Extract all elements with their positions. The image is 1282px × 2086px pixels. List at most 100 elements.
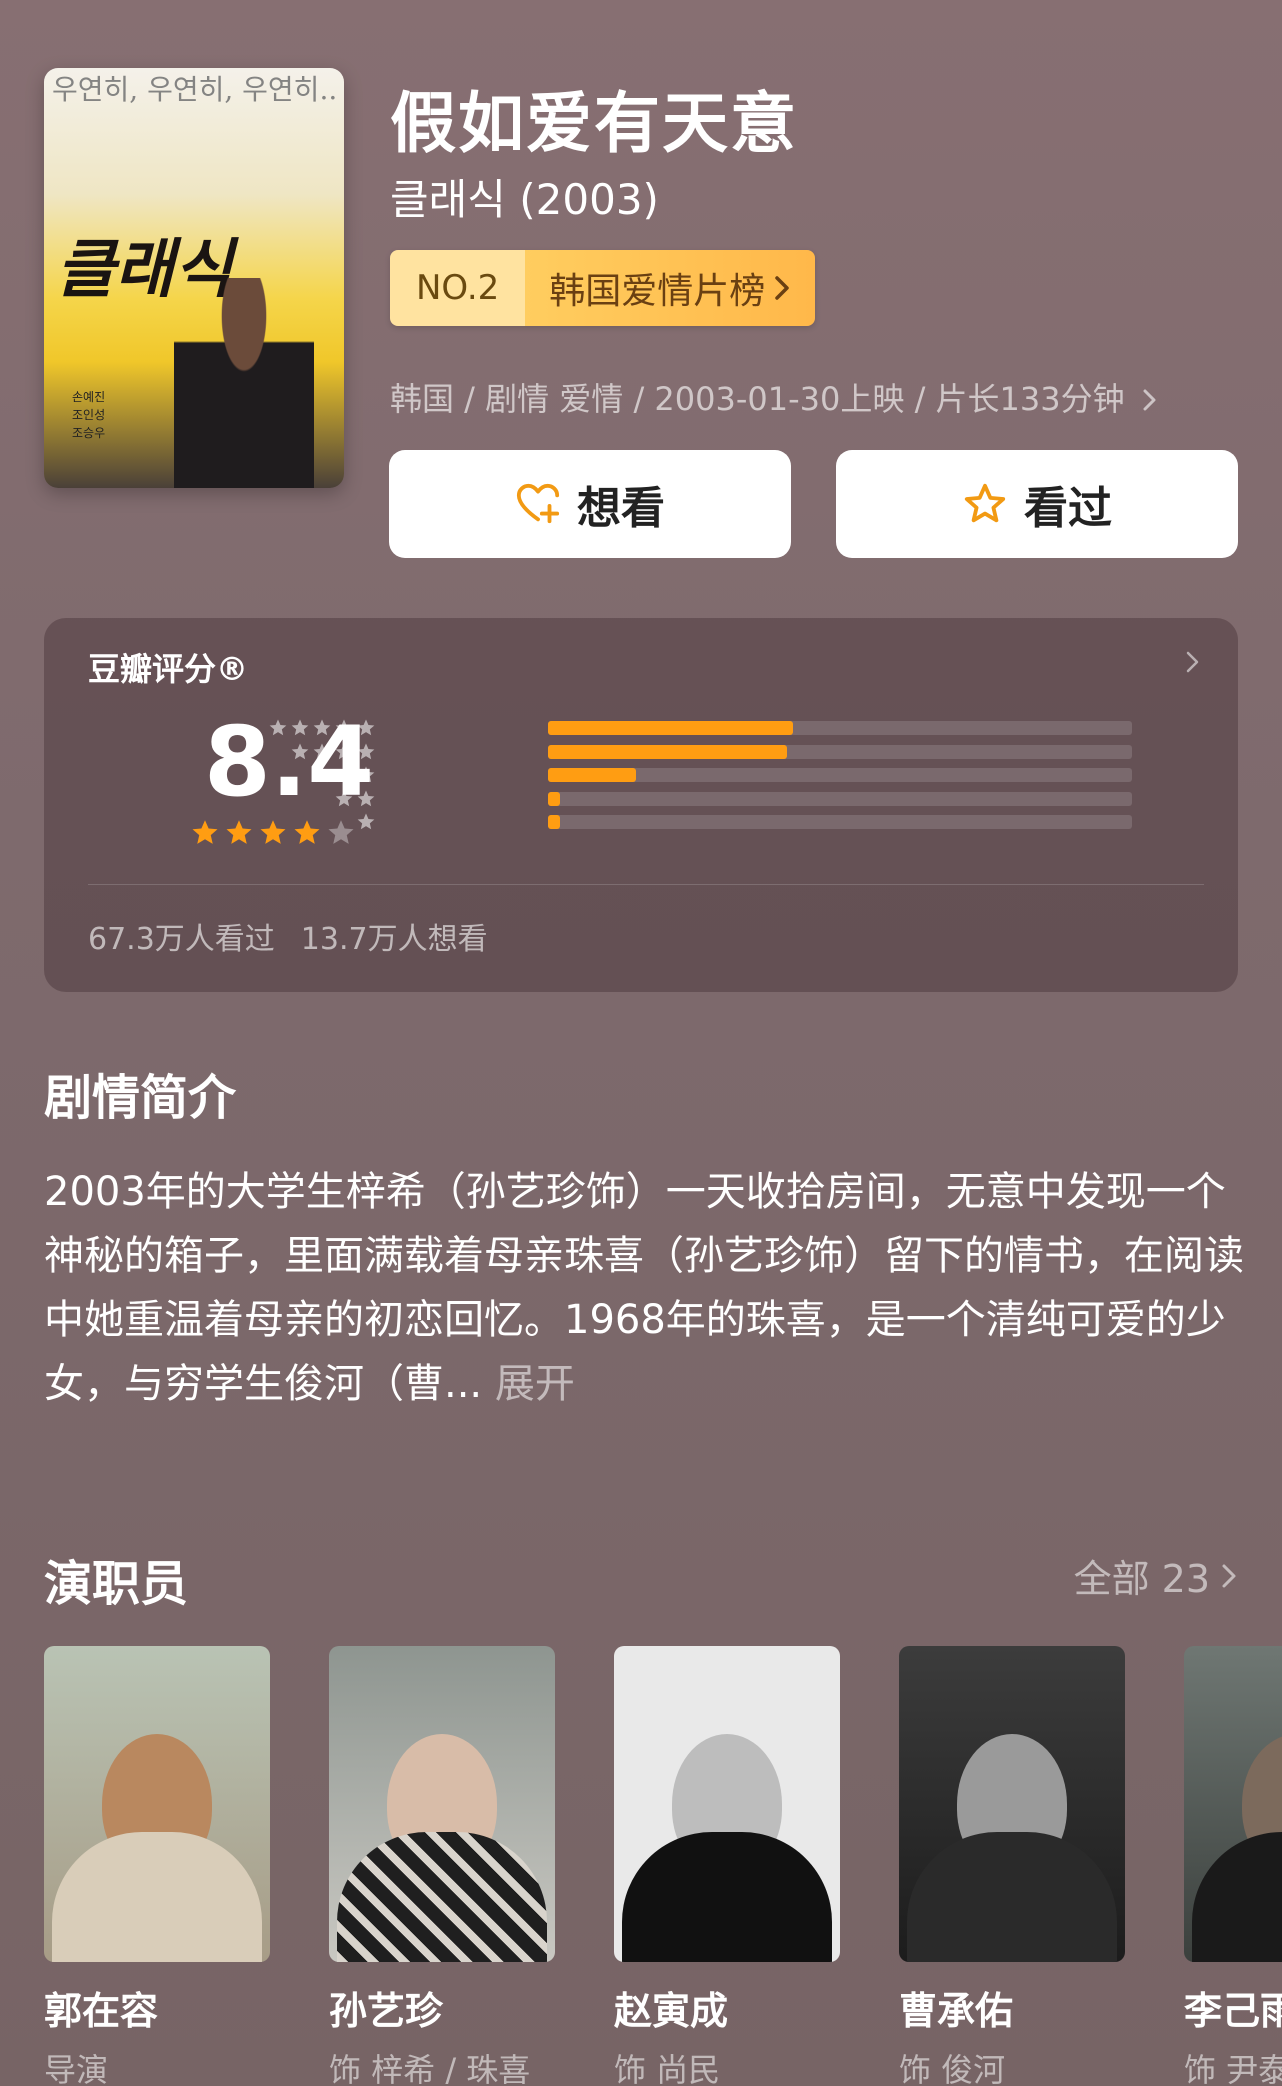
dist-bar-track xyxy=(548,791,1132,806)
star-small-icon xyxy=(335,766,353,783)
body-shape xyxy=(52,1832,262,1962)
star-small-icon xyxy=(335,743,353,759)
synopsis-body: 2003年的大学生梓希（孙艺珍饰）一天收拾房间，无意中发现一个神秘的箱子，里面满… xyxy=(44,1169,1244,1407)
poster-credit: 조승우 xyxy=(72,426,106,440)
body-shape xyxy=(907,1832,1117,1962)
star-small-icon xyxy=(313,719,331,736)
cast-photo xyxy=(44,1646,270,1962)
star-small-icon xyxy=(357,813,375,830)
cast-role: 饰 尹泰 xyxy=(1184,2051,1282,2086)
cast-card[interactable]: 李己雨 饰 尹泰 xyxy=(1184,1646,1282,2086)
movie-meta-link[interactable]: 韩国 / 剧情 爱情 / 2003-01-30上映 / 片长133分钟 xyxy=(390,374,1159,420)
cast-name: 孙艺珍 xyxy=(329,1989,444,2033)
star-outline-icon xyxy=(964,483,1006,523)
watched-button[interactable]: 看过 xyxy=(836,450,1238,558)
cast-photo xyxy=(1184,1646,1282,1962)
cast-card[interactable]: 曹承佑 饰 俊河 xyxy=(899,1646,1125,2086)
dist-bar-fill xyxy=(548,744,788,759)
dist-bar-track xyxy=(548,768,1132,782)
poster-tagline: 우연히, 우연히, 우연히... 그러나... 반드시 xyxy=(52,74,336,106)
dist-bar-track xyxy=(548,744,1132,759)
body-shape xyxy=(622,1832,832,1962)
cast-card[interactable]: 郭在容 导演 xyxy=(44,1646,270,2086)
star-small-icon xyxy=(313,743,331,759)
cast-name: 郭在容 xyxy=(44,1989,159,2033)
dist-stars-label xyxy=(356,812,376,832)
star-filled-icon xyxy=(192,820,218,844)
cast-photo xyxy=(329,1646,555,1962)
body-shape xyxy=(1192,1832,1282,1962)
rating-stars xyxy=(190,818,356,848)
star-filled-icon xyxy=(260,820,286,844)
rank-badge[interactable]: NO.2 韩国爱情片榜 xyxy=(390,250,816,326)
all-cast-link[interactable]: 全部 23 xyxy=(1074,1548,1238,1603)
cast-list[interactable]: 郭在容 导演 孙艺珍 饰 梓希 / 珠喜 赵寅成 饰 尚民 曹承佑 饰 俊河 李… xyxy=(44,1646,1282,2086)
poster-figure xyxy=(174,278,314,488)
cast-card[interactable]: 赵寅成 饰 尚民 xyxy=(614,1646,840,2086)
star-small-icon xyxy=(313,766,331,783)
star-small-icon xyxy=(335,790,353,806)
dist-bar-track xyxy=(548,815,1132,829)
poster-credit: 손예진 xyxy=(72,390,106,404)
star-filled-icon xyxy=(226,820,252,844)
star-small-icon xyxy=(357,719,375,736)
movie-poster[interactable]: 우연히, 우연히, 우연히... 그러나... 반드시 클래식 손예진 조인성 … xyxy=(44,68,344,488)
dist-bar-fill xyxy=(548,815,560,829)
dist-stars-label xyxy=(268,718,376,738)
chevron-right-icon xyxy=(1222,1564,1236,1587)
star-small-icon xyxy=(291,719,309,736)
cast-name: 李己雨 xyxy=(1184,1989,1282,2033)
expand-synopsis-link[interactable]: 展开 xyxy=(495,1361,575,1407)
movie-meta: 韩国 / 剧情 爱情 / 2003-01-30上映 / 片长133分钟 xyxy=(390,380,1125,418)
star-small-icon xyxy=(357,743,375,759)
dist-stars-label xyxy=(312,765,376,785)
cast-role: 饰 俊河 xyxy=(899,2051,1006,2086)
dist-stars-label xyxy=(334,789,376,809)
star-empty-icon xyxy=(328,820,354,844)
cast-role: 导演 xyxy=(44,2051,109,2086)
cast-title: 演职员 xyxy=(44,1556,189,1612)
star-small-icon xyxy=(269,719,287,736)
seen-count: 67.3万人看过 xyxy=(88,922,275,957)
cast-photo xyxy=(614,1646,840,1962)
cast-card[interactable]: 孙艺珍 饰 梓希 / 珠喜 xyxy=(329,1646,555,2086)
synopsis-title: 剧情简介 xyxy=(44,1070,237,1126)
want-label: 想看 xyxy=(577,483,665,534)
star-filled-icon xyxy=(294,820,320,844)
rating-card[interactable]: 豆瓣评分® 8.4 67.3万人看过 13.7万人想看 xyxy=(44,618,1238,992)
cast-photo xyxy=(899,1646,1125,1962)
poster-credits: 손예진 조인성 조승우 xyxy=(72,388,105,442)
body-shape xyxy=(337,1832,547,1962)
heart-plus-icon xyxy=(516,483,560,524)
rating-header: 豆瓣评分® xyxy=(88,650,249,688)
dist-bar-track xyxy=(548,721,1132,735)
dist-bar-fill xyxy=(548,721,794,735)
star-small-icon xyxy=(335,719,353,736)
cast-role: 饰 尚民 xyxy=(614,2051,721,2086)
original-title: 클래식 (2003) xyxy=(390,175,659,224)
cast-role: 饰 梓希 / 珠喜 xyxy=(329,2051,531,2086)
divider xyxy=(88,884,1204,885)
seen-label: 看过 xyxy=(1024,483,1112,534)
star-small-icon xyxy=(357,766,375,783)
cast-name: 曹承佑 xyxy=(899,1989,1014,2033)
dist-stars-label xyxy=(290,742,376,762)
chevron-right-icon xyxy=(775,276,790,300)
chevron-right-icon xyxy=(1143,389,1156,411)
cast-name: 赵寅成 xyxy=(614,1989,729,2033)
want-to-watch-button[interactable]: 想看 xyxy=(389,450,791,558)
dist-bar-fill xyxy=(548,768,636,782)
rating-footer: 67.3万人看过 13.7万人想看 xyxy=(88,914,488,958)
poster-credit: 조인성 xyxy=(72,408,106,422)
star-small-icon xyxy=(357,790,375,806)
rank-number: NO.2 xyxy=(390,250,526,326)
dist-bar-fill xyxy=(548,791,560,806)
chevron-right-icon xyxy=(1186,651,1199,673)
star-small-icon xyxy=(291,743,309,759)
all-cast-label: 全部 23 xyxy=(1073,1557,1210,1601)
want-count: 13.7万人想看 xyxy=(300,922,488,957)
synopsis-text: 2003年的大学生梓希（孙艺珍饰）一天收拾房间，无意中发现一个神秘的箱子，里面满… xyxy=(44,1160,1244,1416)
rank-list-link[interactable]: 韩国爱情片榜 xyxy=(525,250,816,326)
rank-list-label: 韩国爱情片榜 xyxy=(549,271,766,312)
movie-title: 假如爱有天意 xyxy=(390,85,798,162)
